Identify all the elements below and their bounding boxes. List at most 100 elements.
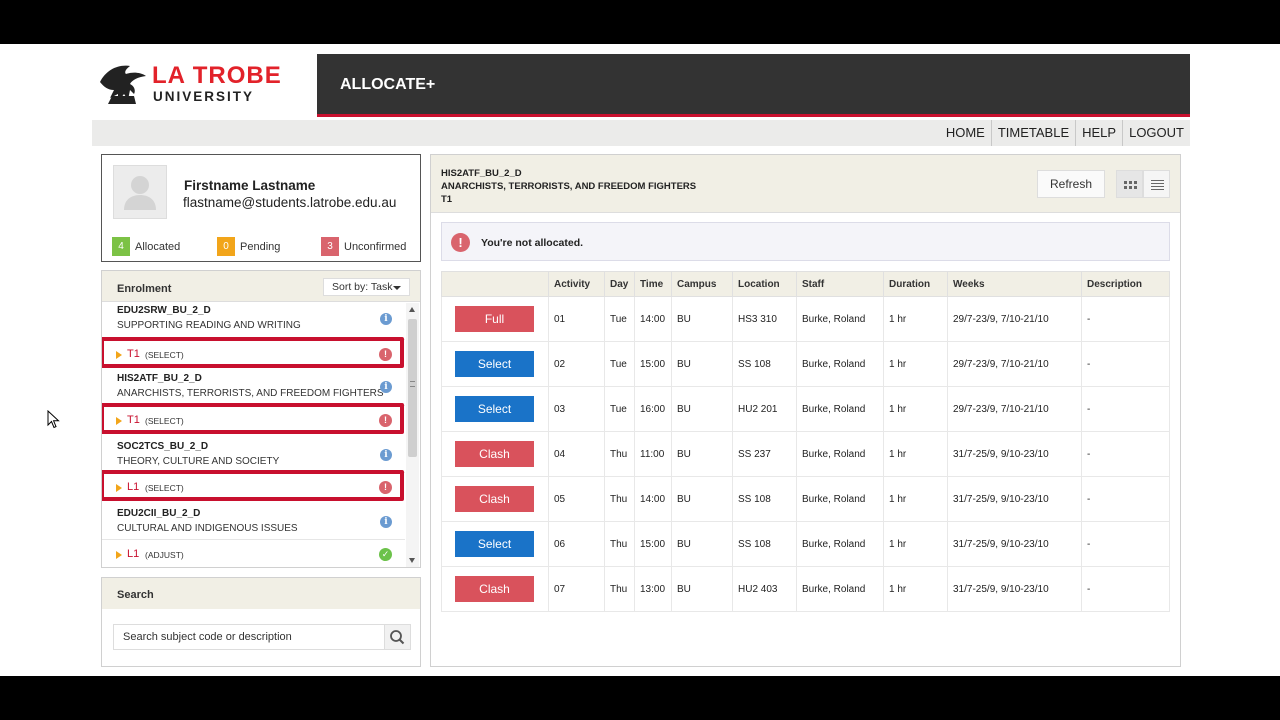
top-nav: HOME TIMETABLE HELP LOGOUT (940, 120, 1190, 146)
nav-timetable[interactable]: TIMETABLE (990, 120, 1075, 146)
clash-button[interactable]: Clash (455, 441, 534, 467)
cell-staff: Burke, Roland (796, 521, 884, 567)
activity-row[interactable]: L1 (ADJUST) ✓ (102, 539, 405, 567)
info-icon[interactable]: i (380, 449, 392, 461)
subject-item[interactable]: EDU2CII_BU_2_D CULTURAL AND INDIGENOUS I… (102, 506, 405, 540)
clash-button[interactable]: Clash (455, 576, 534, 602)
column-header: Staff (796, 271, 884, 297)
stat-allocated[interactable]: 4 Allocated (112, 237, 180, 256)
cell-activity: 05 (548, 476, 605, 522)
cell-weeks: 31/7-25/9, 9/10-23/10 (947, 431, 1082, 477)
enrolment-scrollbar[interactable] (406, 303, 419, 567)
cell-campus: BU (671, 476, 733, 522)
stat-unconfirmed[interactable]: 3 Unconfirmed (321, 237, 406, 256)
cell-campus: BU (671, 296, 733, 342)
nav-help[interactable]: HELP (1075, 120, 1122, 146)
column-header: Day (604, 271, 635, 297)
scroll-up-arrow-icon[interactable] (409, 307, 415, 312)
cell-description: - (1081, 566, 1170, 612)
search-icon (390, 630, 405, 645)
cell-day: Tue (604, 341, 635, 387)
activity-code: L1 (127, 548, 140, 560)
scroll-down-arrow-icon[interactable] (409, 558, 415, 563)
select-button[interactable]: Select (455, 531, 534, 557)
app-header-bar: ALLOCATE+ (317, 54, 1190, 117)
subject-item[interactable]: HIS2ATF_BU_2_D ANARCHISTS, TERRORISTS, A… (102, 371, 405, 405)
cell-campus: BU (671, 431, 733, 477)
search-input[interactable] (113, 624, 385, 650)
avatar (113, 165, 167, 219)
cell-duration: 1 hr (883, 296, 948, 342)
cell-time: 13:00 (634, 566, 672, 612)
subject-code: EDU2CII_BU_2_D (117, 508, 201, 519)
info-icon[interactable]: i (380, 313, 392, 325)
cell-location: SS 237 (732, 431, 797, 477)
column-header: Weeks (947, 271, 1082, 297)
cell-campus: BU (671, 341, 733, 387)
user-email: flastname@students.latrobe.edu.au (183, 195, 397, 210)
table-row: Full 01 Tue 14:00 BU HS3 310 Burke, Rola… (441, 296, 1170, 342)
cell-time: 15:00 (634, 521, 672, 567)
select-button[interactable]: Select (455, 396, 534, 422)
app-title: ALLOCATE+ (340, 76, 436, 93)
select-button[interactable]: Select (455, 351, 534, 377)
cell-description: - (1081, 386, 1170, 432)
search-button[interactable] (384, 624, 411, 650)
cell-day: Thu (604, 566, 635, 612)
cell-weeks: 31/7-25/9, 9/10-23/10 (947, 476, 1082, 522)
highlight-annotation (102, 470, 404, 501)
table-row: Clash 05 Thu 14:00 BU SS 108 Burke, Rola… (441, 476, 1170, 522)
column-header: Description (1081, 271, 1170, 297)
info-icon[interactable]: i (380, 516, 392, 528)
list-view-button[interactable] (1143, 170, 1170, 198)
nav-logout[interactable]: LOGOUT (1122, 120, 1190, 146)
action-cell: Clash (441, 431, 549, 477)
cell-day: Tue (604, 296, 635, 342)
profile-card: Firstname Lastname flastname@students.la… (101, 154, 421, 262)
cell-time: 11:00 (634, 431, 672, 477)
cell-location: HU2 403 (732, 566, 797, 612)
cell-day: Thu (604, 521, 635, 567)
triangle-right-icon (116, 551, 122, 559)
stat-pending[interactable]: 0 Pending (217, 237, 280, 256)
clash-button[interactable]: Clash (455, 486, 534, 512)
subject-code: SOC2TCS_BU_2_D (117, 441, 209, 452)
column-header: Activity (548, 271, 605, 297)
action-cell: Full (441, 296, 549, 342)
full-button[interactable]: Full (455, 306, 534, 332)
refresh-button[interactable]: Refresh (1037, 170, 1105, 198)
cell-campus: BU (671, 521, 733, 567)
cell-duration: 1 hr (883, 341, 948, 387)
logo-subtitle: UNIVERSITY (153, 89, 255, 104)
cell-duration: 1 hr (883, 476, 948, 522)
eagle-logo-icon (100, 65, 146, 104)
table-row: Select 02 Tue 15:00 BU SS 108 Burke, Rol… (441, 341, 1170, 387)
enrolment-title: Enrolment (117, 283, 172, 295)
cell-day: Thu (604, 431, 635, 477)
sort-dropdown[interactable]: Sort by: Task (323, 278, 410, 296)
stat-count-pending: 0 (217, 237, 235, 256)
cell-day: Thu (604, 476, 635, 522)
subject-code: HIS2ATF_BU_2_D (117, 373, 202, 384)
action-cell: Clash (441, 476, 549, 522)
alert-message: You're not allocated. (481, 237, 584, 249)
info-icon[interactable]: i (380, 381, 392, 393)
grid-view-button[interactable] (1116, 170, 1143, 198)
stat-label: Pending (240, 240, 281, 253)
subject-title: SUPPORTING READING AND WRITING (117, 320, 301, 331)
cell-description: - (1081, 341, 1170, 387)
nav-home[interactable]: HOME (940, 120, 991, 146)
column-header (441, 271, 549, 297)
subject-item[interactable]: SOC2TCS_BU_2_D THEORY, CULTURE AND SOCIE… (102, 439, 405, 473)
subject-title: CULTURAL AND INDIGENOUS ISSUES (117, 523, 298, 534)
cell-duration: 1 hr (883, 386, 948, 432)
cell-day: Tue (604, 386, 635, 432)
subject-item[interactable]: EDU2SRW_BU_2_D SUPPORTING READING AND WR… (102, 303, 405, 337)
scrollbar-thumb[interactable] (408, 319, 417, 457)
action-cell: Select (441, 521, 549, 567)
table-header-row: Activity Day Time Campus Location Staff … (441, 271, 1170, 297)
cell-duration: 1 hr (883, 431, 948, 477)
cell-description: - (1081, 521, 1170, 567)
enrolment-panel: Enrolment Sort by: Task EDU2SRW_BU_2_D S… (101, 270, 421, 568)
university-logo[interactable]: LA TROBE UNIVERSITY (92, 54, 317, 117)
